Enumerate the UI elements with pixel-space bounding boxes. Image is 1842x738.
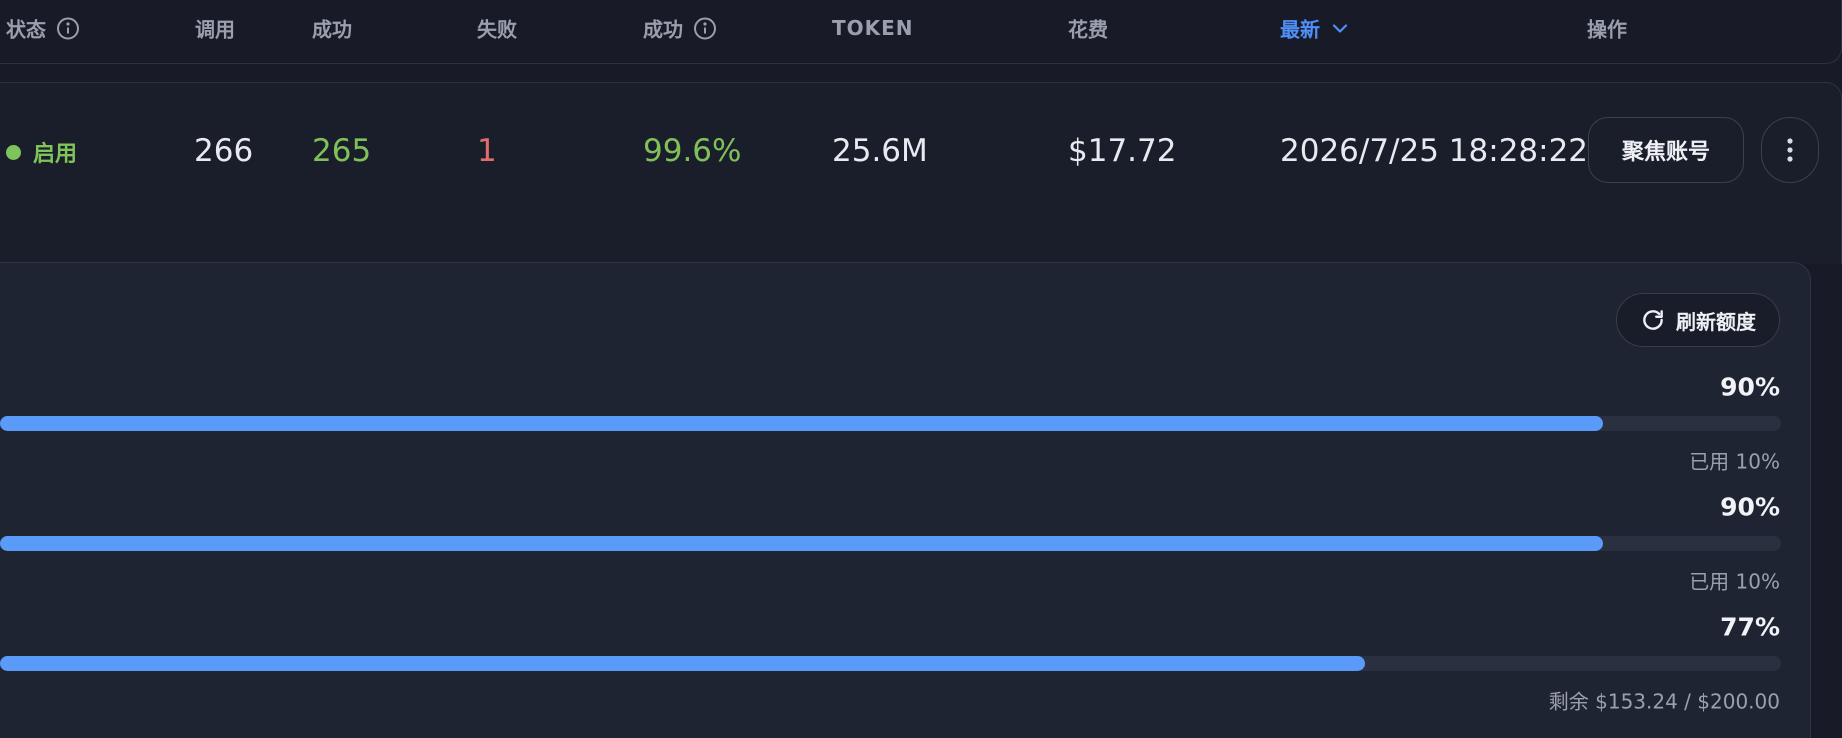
- info-icon[interactable]: [693, 16, 717, 40]
- status-badge: 启用: [6, 136, 77, 168]
- column-header-calls[interactable]: 调用: [195, 14, 235, 43]
- column-header-fail[interactable]: 失败: [477, 14, 517, 43]
- column-header-actions: 操作: [1587, 17, 1627, 42]
- quota-progress-track: [0, 536, 1781, 551]
- column-header-token-label: TOKEN: [832, 16, 914, 40]
- more-actions-button[interactable]: [1761, 117, 1819, 183]
- refresh-quota-button-label: 刷新额度: [1676, 309, 1756, 334]
- column-header-token[interactable]: TOKEN: [832, 16, 914, 40]
- quota-caption: 剩余 $153.24 / $200.00: [1548, 689, 1780, 714]
- focus-account-button[interactable]: 聚焦账号: [1588, 117, 1744, 183]
- column-header-success-rate-label: 成功: [643, 17, 683, 42]
- quota-progress-fill: [0, 536, 1603, 551]
- column-header-latest[interactable]: 最新: [1280, 14, 1350, 43]
- column-header-cost[interactable]: 花费: [1068, 14, 1108, 43]
- token-value: 25.6M: [832, 133, 928, 169]
- column-header-latest-label: 最新: [1280, 17, 1320, 42]
- status-dot: [6, 144, 21, 160]
- success-value: 265: [312, 133, 372, 169]
- info-icon[interactable]: [56, 16, 80, 40]
- chevron-down-icon: [1332, 23, 1348, 33]
- quota-caption: 已用 10%: [1689, 569, 1780, 594]
- quota-progress-fill: [0, 656, 1365, 671]
- focus-account-button-label: 聚焦账号: [1621, 140, 1710, 165]
- column-header-status: 状态: [6, 14, 80, 43]
- table-header: 状态 调用 成功 失败 成功 TOKEN 花费 最新 操作: [0, 0, 1842, 64]
- calls-value: 266: [194, 133, 254, 169]
- column-header-status-label: 状态: [6, 17, 46, 42]
- refresh-quota-button[interactable]: 刷新额度: [1616, 293, 1780, 347]
- table-row: [0, 82, 1842, 264]
- quota-percent-label: 77%: [1720, 612, 1780, 642]
- fail-value: 1: [477, 133, 497, 169]
- refresh-icon: [1643, 310, 1663, 330]
- status-label: 启用: [33, 142, 78, 167]
- success-rate-value: 99.6%: [643, 133, 742, 169]
- cost-value: $17.72: [1068, 133, 1177, 169]
- column-header-success-rate: 成功: [643, 14, 717, 43]
- latest-timestamp: 2026/7/25 18:28:22: [1280, 133, 1589, 169]
- quota-percent-label: 90%: [1720, 372, 1780, 402]
- quota-percent-label: 90%: [1720, 492, 1780, 522]
- column-header-success[interactable]: 成功: [312, 14, 352, 43]
- quota-progress-track: [0, 656, 1781, 671]
- quota-caption: 已用 10%: [1689, 449, 1780, 474]
- quota-progress-fill: [0, 416, 1603, 431]
- more-vertical-icon: [1787, 138, 1793, 162]
- quota-progress-track: [0, 416, 1781, 431]
